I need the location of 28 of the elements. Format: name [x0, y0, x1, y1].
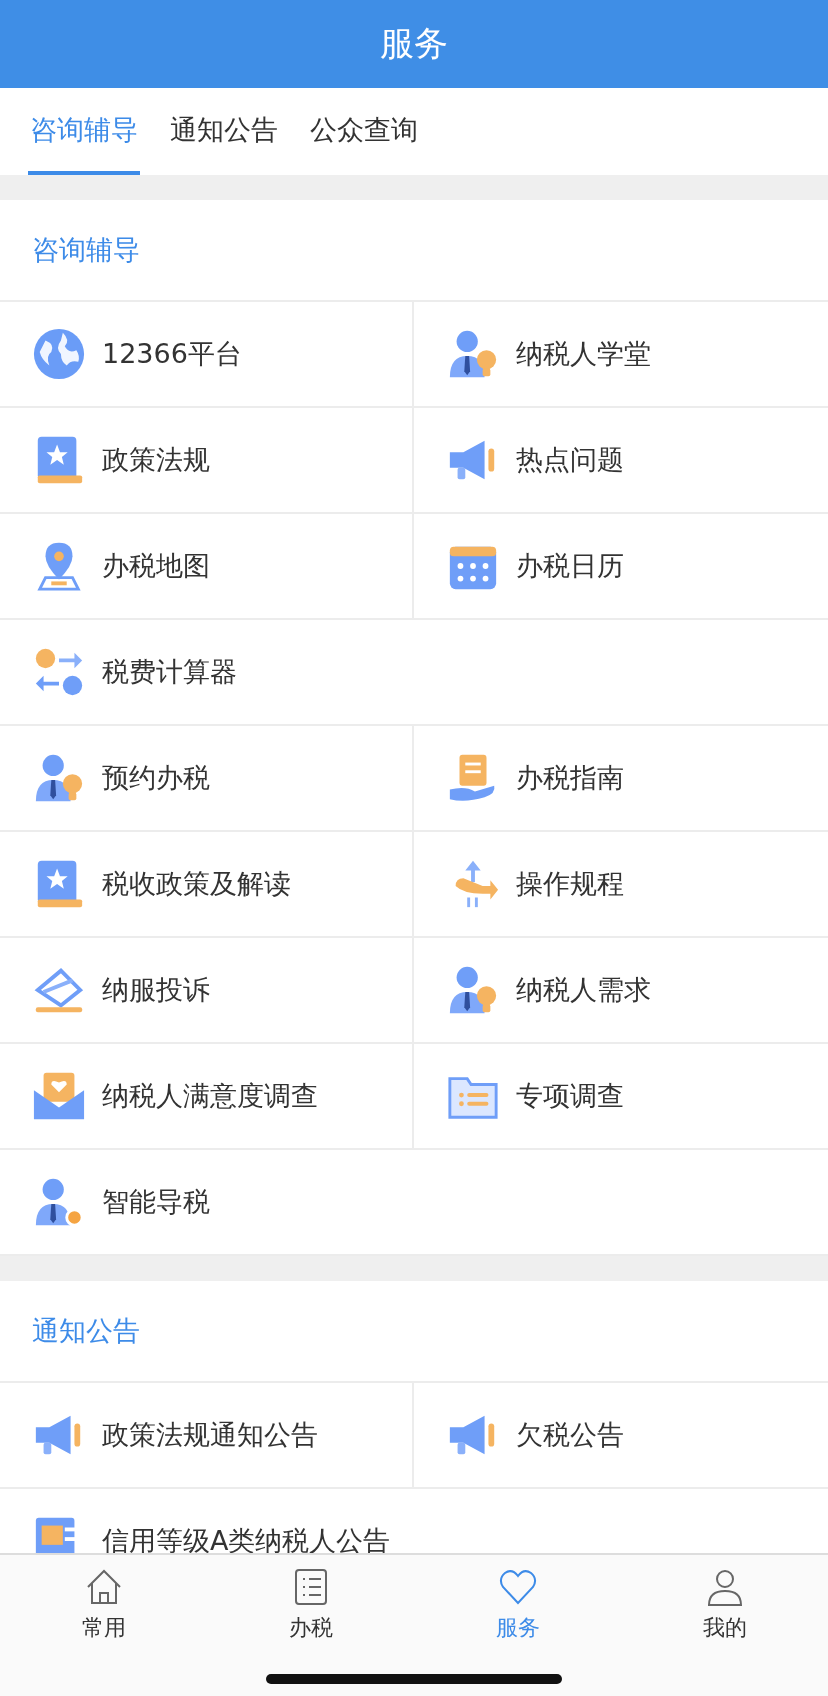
service-item[interactable]: 税费计算器 [0, 620, 828, 724]
service-item[interactable]: 税收政策及解读 [0, 832, 414, 936]
service-item[interactable]: 办税地图 [0, 514, 414, 618]
service-item[interactable]: 预约办税 [0, 726, 414, 830]
page-title: 服务 [380, 22, 448, 65]
service-item[interactable]: 政策法规通知公告 [0, 1383, 414, 1487]
service-item[interactable]: 纳服投诉 [0, 938, 414, 1042]
nav-tab[interactable]: 我的 [621, 1567, 828, 1653]
service-item[interactable]: 操作规程 [414, 832, 828, 936]
service-item[interactable]: 欠税公告 [414, 1383, 828, 1487]
section-title: 通知公告 [32, 1314, 140, 1348]
tab[interactable]: 公众查询 [308, 88, 420, 175]
tab[interactable]: 通知公告 [168, 88, 280, 175]
globe-icon [32, 327, 86, 381]
service-item[interactable]: 办税指南 [414, 726, 828, 830]
service-item[interactable]: 办税日历 [414, 514, 828, 618]
section-title: 咨询辅导 [32, 233, 140, 267]
service-item[interactable]: 纳税人需求 [414, 938, 828, 1042]
service-item[interactable]: 12366平台 [0, 302, 414, 406]
nav-tab[interactable]: 常用 [0, 1567, 207, 1653]
service-item[interactable]: 热点问题 [414, 408, 828, 512]
service-item[interactable]: 政策法规 [0, 408, 414, 512]
service-item[interactable]: 专项调查 [414, 1044, 828, 1148]
service-item[interactable]: 智能导税 [0, 1150, 828, 1254]
nav-tab[interactable]: 办税 [207, 1567, 414, 1653]
service-item[interactable]: 纳税人学堂 [414, 302, 828, 406]
heart-icon [497, 1567, 538, 1607]
service-item[interactable]: 纳税人满意度调查 [0, 1044, 414, 1148]
